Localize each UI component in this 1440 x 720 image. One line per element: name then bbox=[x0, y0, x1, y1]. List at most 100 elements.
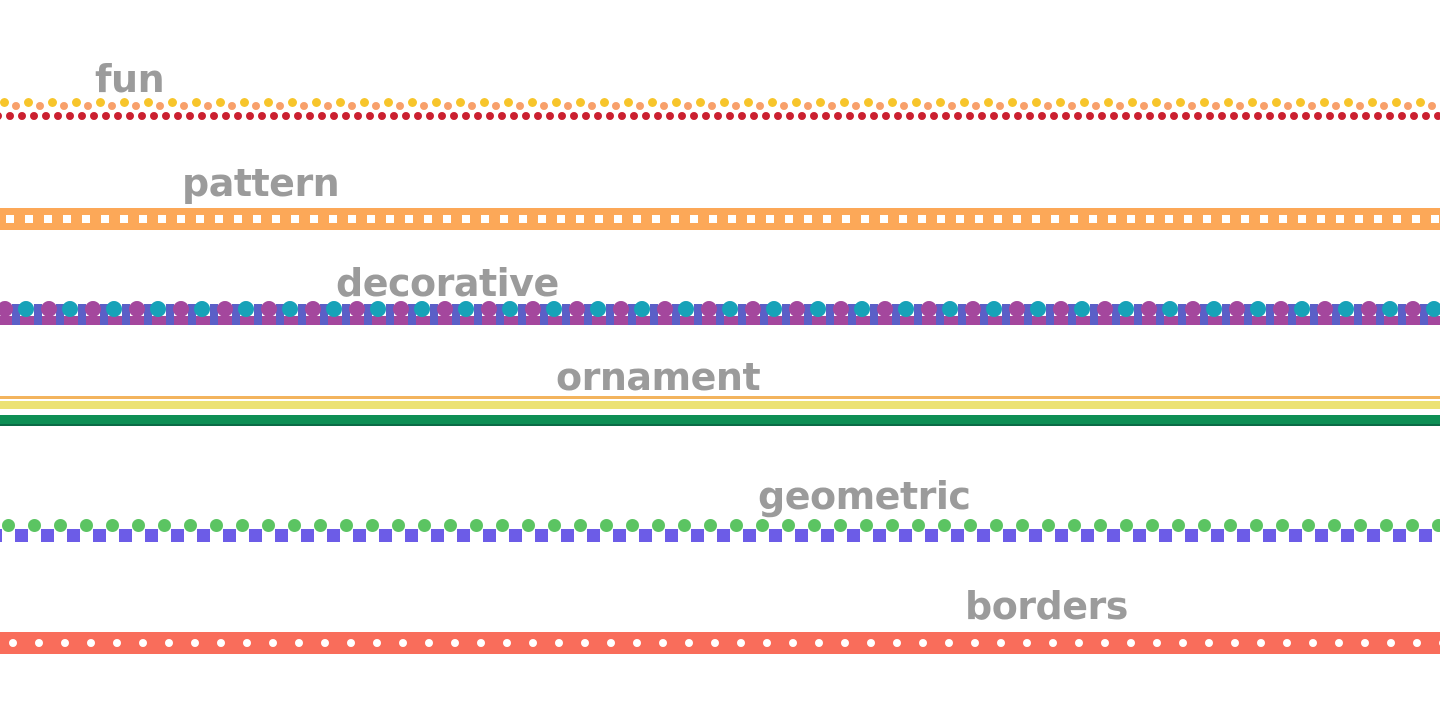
decorative-unit bbox=[1002, 300, 1046, 330]
fun-dot-red bbox=[102, 112, 110, 120]
decorative-purple-circle bbox=[1273, 301, 1289, 317]
pattern-white-notch bbox=[1051, 215, 1059, 223]
borders-white-hole bbox=[555, 639, 563, 647]
fun-dot-red bbox=[1314, 112, 1322, 120]
fun-dot-yellow bbox=[1224, 98, 1233, 107]
fun-dot-yellow bbox=[1056, 98, 1065, 107]
fun-dot-yellow bbox=[744, 98, 753, 107]
fun-dot-red bbox=[1410, 112, 1418, 120]
fun-dot-peach bbox=[12, 102, 20, 110]
geometric-green-circle bbox=[1172, 519, 1185, 532]
fun-dot-peach bbox=[1260, 102, 1268, 110]
pattern-white-notch bbox=[652, 215, 660, 223]
fun-dot-red bbox=[774, 112, 782, 120]
fun-dot-red bbox=[282, 112, 290, 120]
fun-dot-yellow bbox=[480, 98, 489, 107]
fun-dot-yellow bbox=[1152, 98, 1161, 107]
pattern-white-notch bbox=[1279, 215, 1287, 223]
geometric-blue-square bbox=[873, 529, 886, 542]
borders-white-hole bbox=[529, 639, 537, 647]
decorative-unit bbox=[386, 300, 430, 330]
fun-dot-yellow bbox=[96, 98, 105, 107]
pattern-white-notch bbox=[1241, 215, 1249, 223]
decorative-teal-circle bbox=[722, 301, 738, 317]
fun-dot-red bbox=[1362, 112, 1370, 120]
geometric-green-circle bbox=[1328, 519, 1341, 532]
fun-dot-peach bbox=[804, 102, 812, 110]
fun-dot-red bbox=[570, 112, 578, 120]
fun-dot-yellow bbox=[816, 98, 825, 107]
decorative-teal-circle bbox=[282, 301, 298, 317]
fun-dot-peach bbox=[1068, 102, 1076, 110]
decorative-teal-circle bbox=[1074, 301, 1090, 317]
decorative-purple-circle bbox=[1053, 301, 1069, 317]
decorative-teal-circle bbox=[678, 301, 694, 317]
fun-dot-red bbox=[66, 112, 74, 120]
decorative-teal-circle bbox=[1118, 301, 1134, 317]
borders-white-hole bbox=[1283, 639, 1291, 647]
fun-dot-peach bbox=[468, 102, 476, 110]
fun-dot-yellow bbox=[576, 98, 585, 107]
pattern-white-notch bbox=[690, 215, 698, 223]
geometric-green-circle bbox=[1146, 519, 1159, 532]
fun-dot-red bbox=[858, 112, 866, 120]
fun-dot-red bbox=[30, 112, 38, 120]
decorative-purple-circle bbox=[569, 301, 585, 317]
geometric-green-circle bbox=[1094, 519, 1107, 532]
geometric-blue-square bbox=[925, 529, 938, 542]
border-band-geometric bbox=[0, 519, 1440, 547]
decorative-unit bbox=[298, 300, 342, 330]
fun-dot-yellow bbox=[912, 98, 921, 107]
fun-dot-red bbox=[1098, 112, 1106, 120]
geometric-blue-square bbox=[1003, 529, 1016, 542]
pattern-white-notch bbox=[1355, 215, 1363, 223]
fun-dot-yellow bbox=[624, 98, 633, 107]
decorative-unit bbox=[1398, 300, 1440, 330]
decorative-unit bbox=[210, 300, 254, 330]
fun-dot-peach bbox=[108, 102, 116, 110]
pattern-white-notch bbox=[899, 215, 907, 223]
borders-white-hole bbox=[763, 639, 771, 647]
borders-white-hole bbox=[997, 639, 1005, 647]
fun-dot-red bbox=[882, 112, 890, 120]
fun-dot-red bbox=[1206, 112, 1214, 120]
fun-dot-peach bbox=[684, 102, 692, 110]
decorative-purple-circle bbox=[481, 301, 497, 317]
pattern-white-notch bbox=[310, 215, 318, 223]
geometric-blue-square bbox=[821, 529, 834, 542]
borders-white-hole bbox=[1101, 639, 1109, 647]
decorative-purple-circle bbox=[1009, 301, 1025, 317]
fun-dot-red bbox=[162, 112, 170, 120]
geometric-blue-square bbox=[249, 529, 262, 542]
decorative-teal-circle bbox=[1426, 301, 1440, 317]
fun-dot-red bbox=[126, 112, 134, 120]
fun-dot-yellow bbox=[1200, 98, 1209, 107]
fun-dot-peach bbox=[1356, 102, 1364, 110]
geometric-green-circle bbox=[1198, 519, 1211, 532]
geometric-green-circle bbox=[860, 519, 873, 532]
geometric-green-circle bbox=[340, 519, 353, 532]
fun-dot-yellow bbox=[960, 98, 969, 107]
fun-dot-yellow bbox=[1272, 98, 1281, 107]
decorative-unit bbox=[0, 300, 34, 330]
fun-dot-red bbox=[1326, 112, 1334, 120]
pattern-white-notch bbox=[880, 215, 888, 223]
geometric-green-circle bbox=[1016, 519, 1029, 532]
fun-dot-red bbox=[78, 112, 86, 120]
fun-dot-peach bbox=[780, 102, 788, 110]
pattern-white-notch bbox=[1317, 215, 1325, 223]
fun-dot-peach bbox=[828, 102, 836, 110]
pattern-white-notch bbox=[63, 215, 71, 223]
fun-dot-red bbox=[558, 112, 566, 120]
pattern-white-notch bbox=[557, 215, 565, 223]
fun-dot-peach bbox=[348, 102, 356, 110]
fun-dot-yellow bbox=[696, 98, 705, 107]
pattern-white-notch bbox=[937, 215, 945, 223]
pattern-white-notch bbox=[1032, 215, 1040, 223]
fun-dot-peach bbox=[204, 102, 212, 110]
decorative-unit bbox=[1266, 300, 1310, 330]
fun-dot-yellow bbox=[768, 98, 777, 107]
fun-dot-red bbox=[870, 112, 878, 120]
fun-dot-red bbox=[966, 112, 974, 120]
geometric-green-circle bbox=[496, 519, 509, 532]
